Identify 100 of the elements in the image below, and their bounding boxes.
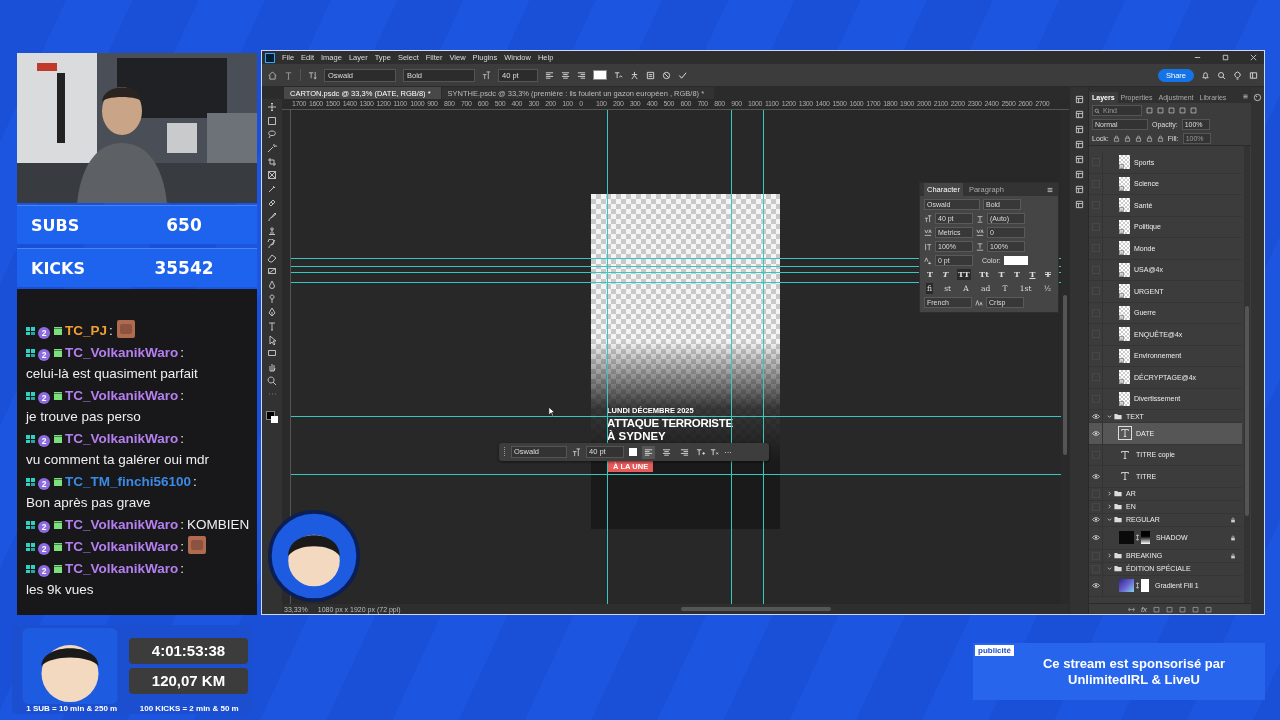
grid-icon[interactable]: [1074, 110, 1084, 119]
align-right-icon[interactable]: [577, 70, 586, 80]
stamp-icon[interactable]: [267, 225, 277, 236]
eye-icon[interactable]: [1091, 517, 1100, 522]
lightbulb-icon[interactable]: [1233, 70, 1242, 80]
warp-text-icon[interactable]: [614, 70, 623, 80]
zoom-icon[interactable]: [267, 375, 277, 386]
smart-object-icon: [1119, 207, 1124, 213]
smart-object-icon: [1119, 400, 1124, 406]
text-color-swatch[interactable]: [629, 448, 637, 456]
font-size-icon[interactable]: [482, 70, 491, 80]
color-swatches[interactable]: [266, 411, 278, 424]
eye-icon[interactable]: [1091, 473, 1100, 479]
eraser-icon[interactable]: [267, 252, 277, 263]
sub-badge: 2: [38, 391, 50, 404]
type-style-button[interactable]: T: [1012, 269, 1021, 280]
font-size-icon: [572, 447, 581, 457]
chat-username[interactable]: TC_VolkanikWaro: [65, 560, 179, 576]
text-clear-icon[interactable]: [710, 447, 719, 457]
chevron-right-icon[interactable]: [1107, 553, 1112, 558]
eyedropper-icon[interactable]: [267, 184, 277, 195]
frame-icon[interactable]: [267, 170, 277, 181]
chevron-right-icon[interactable]: [1107, 491, 1112, 496]
more-button[interactable]: ···: [724, 447, 732, 457]
type-style-button[interactable]: T: [941, 269, 950, 280]
align-left-icon[interactable]: [545, 70, 554, 80]
close-icon[interactable]: [1249, 53, 1258, 62]
hand-icon[interactable]: [267, 362, 277, 373]
marquee-icon[interactable]: [267, 115, 277, 126]
type-style-button[interactable]: TT: [957, 269, 971, 280]
crop-icon[interactable]: [267, 156, 277, 167]
table-icon[interactable]: [1074, 170, 1084, 179]
eye-icon[interactable]: [1091, 583, 1100, 589]
chat-separator: :: [193, 473, 197, 489]
panel-icon[interactable]: [646, 70, 655, 80]
type-style-button[interactable]: T: [997, 269, 1006, 280]
pen-icon[interactable]: [267, 307, 277, 318]
counter-value: 650: [165, 215, 203, 235]
dodge-icon[interactable]: [267, 293, 277, 304]
color-swatch[interactable]: [1003, 256, 1028, 265]
palette-icon[interactable]: [1253, 93, 1262, 102]
checkmark-icon[interactable]: [678, 70, 687, 80]
chat-username[interactable]: TC_TM_finchi56100: [65, 473, 192, 489]
chat-username[interactable]: TC_VolkanikWaro: [65, 539, 179, 554]
smart-object-icon: [1119, 271, 1124, 277]
layers-scrollbar[interactable]: [1244, 146, 1250, 603]
chat-message: vu comment ta galérer oui mdr: [26, 451, 210, 469]
type-tool-icon[interactable]: [267, 321, 277, 331]
text-color-swatch[interactable]: [593, 70, 607, 80]
chat-separator: :: [180, 516, 185, 532]
chat-username[interactable]: TC_PJ: [65, 323, 108, 338]
panel-menu-icon[interactable]: [1046, 185, 1054, 194]
home-icon[interactable]: [268, 70, 277, 80]
kerning-icon: [924, 228, 932, 237]
type-style-button[interactable]: Tt: [978, 269, 990, 280]
text-plus-icon[interactable]: [696, 447, 705, 457]
chevron-right-icon[interactable]: [1107, 504, 1112, 509]
chat-username[interactable]: TC_VolkanikWaro: [65, 516, 179, 532]
eye-icon[interactable]: [1091, 430, 1100, 436]
maximize-icon[interactable]: [1221, 53, 1230, 62]
leading-icon: [976, 214, 984, 223]
vertical-scale-icon: [924, 242, 932, 251]
drag-handle-icon[interactable]: [503, 446, 506, 458]
chat-username[interactable]: TC_VolkanikWaro: [65, 344, 179, 360]
bell-icon[interactable]: [1201, 70, 1210, 80]
chevron-down-icon[interactable]: [1107, 566, 1112, 571]
chat-username[interactable]: TC_VolkanikWaro: [65, 430, 179, 446]
type-tool-icon[interactable]: [284, 70, 293, 80]
type-style-button[interactable]: T: [1044, 269, 1052, 280]
move-icon[interactable]: [267, 102, 277, 112]
lock-icon[interactable]: [1156, 134, 1164, 142]
wand-icon[interactable]: [267, 143, 277, 154]
eye-icon[interactable]: [1091, 535, 1100, 540]
text-orientation-icon[interactable]: [308, 70, 317, 80]
effects-button[interactable]: fx: [1140, 604, 1148, 614]
rectangle-icon[interactable]: [267, 348, 277, 359]
bandage-icon[interactable]: [267, 197, 277, 208]
grid-badge-icon: [26, 347, 36, 358]
lasso-icon[interactable]: [267, 129, 277, 140]
layer-thumbnail: [1119, 531, 1134, 544]
type-style-button[interactable]: T: [1028, 269, 1037, 280]
chat-username[interactable]: TC_VolkanikWaro: [65, 387, 179, 403]
layer-thumbnail: [1119, 579, 1134, 593]
workspace-icon[interactable]: [1249, 70, 1258, 80]
panel-icon[interactable]: [1074, 125, 1084, 134]
search-icon[interactable]: [1217, 70, 1226, 80]
figure-icon[interactable]: [630, 70, 639, 80]
vertical-scrollbar[interactable]: [1061, 110, 1069, 604]
drop-icon[interactable]: [267, 279, 277, 290]
gradient-icon[interactable]: [267, 266, 277, 277]
chevron-down-icon[interactable]: [1107, 413, 1112, 419]
type-style-button[interactable]: T: [926, 269, 934, 280]
align-center-icon[interactable]: [561, 70, 570, 80]
chevron-down-icon[interactable]: [1107, 517, 1112, 522]
search-icon: [1094, 107, 1100, 114]
cancel-icon[interactable]: [662, 70, 671, 80]
path-select-icon[interactable]: [267, 334, 277, 345]
align-left-icon[interactable]: [642, 445, 655, 459]
panel-menu-icon[interactable]: [1242, 92, 1249, 100]
eye-icon[interactable]: [1091, 413, 1100, 419]
